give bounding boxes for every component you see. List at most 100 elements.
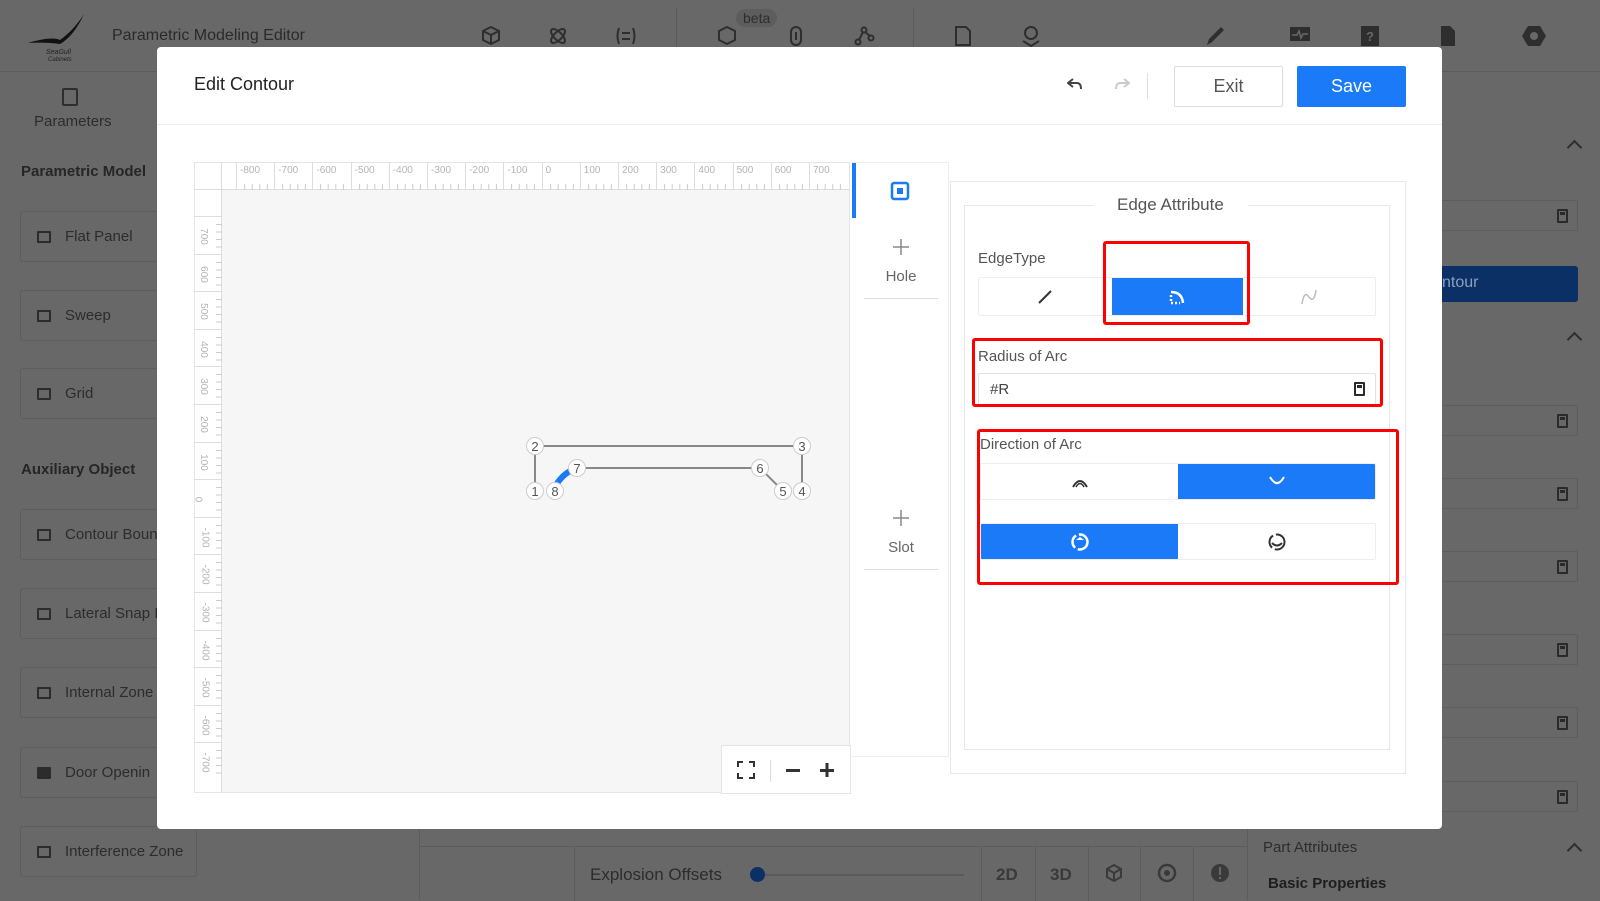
arc-clockwise-option[interactable]: [981, 524, 1178, 559]
edge-type-arc[interactable]: [1111, 278, 1243, 315]
contour-node[interactable]: 2: [526, 437, 544, 455]
calculator-icon[interactable]: [1354, 382, 1365, 396]
contour-shape[interactable]: [195, 163, 851, 794]
save-button[interactable]: Save: [1297, 66, 1406, 107]
zoom-out-icon[interactable]: [785, 761, 801, 779]
plus-icon: [893, 510, 909, 526]
slot-label: Slot: [888, 539, 914, 556]
document-settings-icon[interactable]: [951, 24, 975, 48]
basic-properties-heading: Basic Properties: [1268, 875, 1387, 892]
file-icon[interactable]: [1436, 24, 1460, 48]
select-tool-tab[interactable]: [852, 162, 949, 218]
atom-icon[interactable]: [546, 24, 570, 48]
arc-icon: [1169, 290, 1185, 304]
direction-label: Direction of Arc: [980, 436, 1082, 453]
arc-up-icon: [1071, 479, 1088, 488]
arc-counterclockwise-option[interactable]: [1178, 524, 1375, 559]
tool-column: Hole Slot: [852, 162, 949, 757]
calculator-icon: [1557, 414, 1568, 428]
zoom-controls: [721, 745, 851, 794]
calculator-icon: [1557, 209, 1568, 223]
location-icon[interactable]: [1019, 24, 1043, 48]
item-label: Lateral Snap I: [65, 605, 159, 622]
property-input[interactable]: [1440, 551, 1578, 582]
explosion-slider-handle[interactable]: [750, 867, 765, 882]
property-input[interactable]: [1440, 634, 1578, 665]
zone-icon: [37, 686, 51, 699]
contour-node[interactable]: 5: [774, 482, 792, 500]
contour-node[interactable]: 3: [793, 437, 811, 455]
calculator-icon: [1557, 487, 1568, 501]
dialog-title: Edit Contour: [194, 74, 295, 94]
view-3d-button[interactable]: 3D: [1050, 865, 1072, 885]
settings-hex-icon[interactable]: [1521, 24, 1546, 48]
item-label: Sweep: [65, 307, 111, 324]
contour-node[interactable]: 7: [568, 459, 586, 477]
formula-model-icon[interactable]: [715, 24, 739, 48]
eye-icon[interactable]: [1157, 863, 1177, 883]
property-input[interactable]: [1440, 781, 1578, 812]
arc-bulge-selector: [980, 463, 1376, 500]
model-icon[interactable]: [479, 24, 503, 48]
item-label: Door Openin: [65, 764, 151, 781]
property-input[interactable]: [1440, 405, 1578, 436]
radius-input[interactable]: #R: [978, 373, 1376, 406]
graph-icon[interactable]: [852, 24, 876, 48]
item-label: Internal Zone: [65, 684, 154, 701]
contour-canvas[interactable]: -800 -700 -600 -500 -400 -300 -200 -100 0 100 200 3…: [192, 162, 851, 794]
swap-icon[interactable]: [614, 24, 638, 48]
svg-text:?: ?: [1366, 29, 1374, 44]
edge-type-selector: [978, 277, 1376, 316]
hole-tool[interactable]: Hole: [864, 234, 938, 299]
fit-screen-icon[interactable]: [737, 761, 755, 779]
calculator-icon: [1557, 643, 1568, 657]
edit-contour-button[interactable]: ntour: [1440, 266, 1578, 302]
snap-icon: [37, 607, 51, 620]
contour-node[interactable]: 6: [751, 459, 769, 477]
edge-attribute-title: Edge Attribute: [1093, 195, 1248, 215]
slot-tool[interactable]: Slot: [864, 505, 938, 570]
redo-icon[interactable]: [1114, 77, 1130, 91]
sidebar-item-interference-zone[interactable]: Interference Zone: [20, 826, 197, 877]
arc-down-icon: [1268, 475, 1285, 484]
contour-node[interactable]: 4: [793, 482, 811, 500]
section-title: Parametric Model: [21, 163, 147, 180]
arc-direction-selector: [980, 523, 1376, 560]
property-input[interactable]: [1440, 478, 1578, 509]
panel-icon: [37, 230, 51, 243]
arc-concave-option[interactable]: [1178, 464, 1375, 499]
edge-type-curve[interactable]: [1243, 278, 1376, 315]
zoom-in-icon[interactable]: [819, 761, 835, 779]
monitor-icon[interactable]: [1288, 24, 1312, 48]
property-input[interactable]: [1440, 707, 1578, 738]
item-label: Flat Panel: [65, 228, 133, 245]
explosion-slider-track[interactable]: [758, 874, 964, 876]
pencil-icon[interactable]: [1203, 24, 1227, 48]
calculator-icon: [1557, 716, 1568, 730]
arc-convex-option[interactable]: [981, 464, 1178, 499]
bottom-toolbar: Explosion Offsets 2D 3D: [420, 846, 1247, 901]
part-attributes-heading: Part Attributes: [1263, 839, 1358, 856]
help-icon[interactable]: ?: [1358, 24, 1382, 48]
undo-icon[interactable]: [1067, 77, 1083, 91]
contour-node[interactable]: 1: [526, 482, 544, 500]
hole-label: Hole: [885, 268, 917, 285]
rotate-cw-icon: [1070, 532, 1089, 551]
line-icon: [1038, 289, 1052, 304]
logo: SeaGullCabinets: [28, 14, 84, 62]
contour-node[interactable]: 8: [546, 482, 564, 500]
property-input[interactable]: [1440, 200, 1578, 231]
explosion-offsets-label: Explosion Offsets: [590, 865, 722, 884]
parameters-icon: [62, 88, 78, 106]
svg-text:Cabinets: Cabinets: [48, 57, 72, 62]
panel-icon: [37, 387, 51, 400]
exit-button[interactable]: Exit: [1174, 66, 1283, 107]
calculator-icon: [1557, 560, 1568, 574]
tab-parameters[interactable]: Parameters: [34, 113, 112, 130]
cube-icon[interactable]: [1104, 863, 1124, 883]
edge-type-label: EdgeType: [978, 250, 1046, 267]
view-2d-button[interactable]: 2D: [996, 865, 1018, 885]
warning-icon[interactable]: [1210, 863, 1230, 883]
link-icon[interactable]: [784, 24, 808, 48]
edge-type-line[interactable]: [979, 278, 1112, 315]
